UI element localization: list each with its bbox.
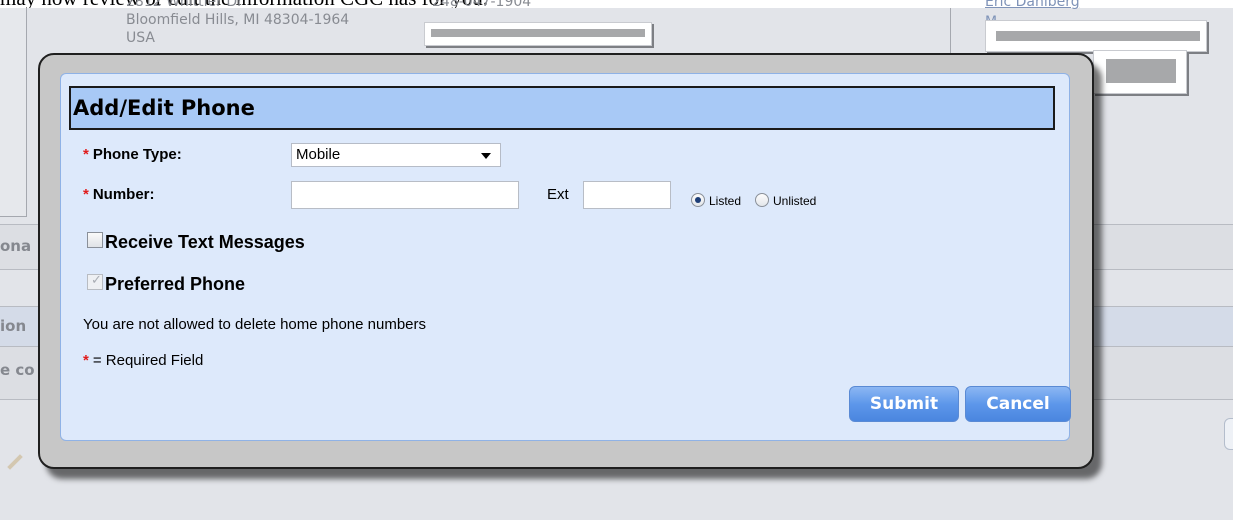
number-label: * Number: (83, 186, 155, 203)
address-line-1: 2812 Whittier Dr (126, 0, 243, 10)
listed-radio-label: Listed (709, 194, 742, 208)
required-marker: * (83, 186, 89, 203)
redaction-bar (996, 31, 1200, 41)
chevron-down-icon (481, 153, 491, 159)
redaction-bar (1106, 59, 1176, 83)
required-marker: * (83, 146, 89, 163)
redaction-box-3 (1093, 50, 1187, 94)
required-field-note: * = Required Field (83, 352, 203, 369)
background-edge-button[interactable] (1224, 418, 1233, 450)
redaction-bar (431, 29, 645, 37)
section-bar-1-label: ona (0, 237, 32, 255)
address-line-2: Bloomfield Hills, MI 48304-1964 (126, 12, 350, 28)
receive-text-checkbox[interactable] (87, 232, 103, 248)
required-marker: * (83, 352, 89, 369)
required-field-note-text: = Required Field (92, 352, 204, 369)
extension-input[interactable] (583, 181, 671, 209)
phone-number-input[interactable] (291, 181, 519, 209)
redaction-box-1 (424, 22, 652, 46)
phone-type-selected-value: Mobile (296, 146, 341, 163)
add-edit-phone-dialog: Add/Edit Phone * Phone Type: Mobile * Numb… (38, 53, 1094, 469)
section-bar-3-label: e co (0, 361, 35, 379)
phone-type-label-text: Phone Type: (92, 146, 182, 163)
dialog-content: Add/Edit Phone * Phone Type: Mobile * Numb… (60, 73, 1071, 441)
dialog-title: Add/Edit Phone (69, 86, 1055, 130)
unlisted-radio-label: Unlisted (773, 194, 817, 208)
receive-text-label: Receive Text Messages (105, 232, 305, 252)
ext-label: Ext (547, 186, 569, 203)
number-label-text: Number: (92, 186, 155, 203)
address-panel (0, 8, 27, 217)
listed-radio[interactable] (691, 193, 705, 207)
cancel-button[interactable]: Cancel (965, 386, 1071, 422)
delete-restriction-note: You are not allowed to delete home phone… (83, 316, 427, 333)
check-icon: ✓ (91, 273, 102, 288)
preferred-phone-checkbox: ✓ (87, 273, 103, 290)
phone-partial: 248-047-1904 (432, 0, 532, 10)
contact-link[interactable]: Eric Dahlberg (985, 0, 1080, 10)
section-bar-2-label: ion (0, 317, 27, 335)
preferred-phone-label: Preferred Phone (105, 274, 246, 294)
unlisted-radio[interactable] (755, 193, 769, 207)
address-line-3: USA (126, 30, 155, 46)
phone-type-label: * Phone Type: (83, 146, 182, 163)
submit-button[interactable]: Submit (849, 386, 959, 422)
phone-type-select[interactable]: Mobile (291, 143, 501, 167)
redaction-box-2 (985, 20, 1207, 52)
